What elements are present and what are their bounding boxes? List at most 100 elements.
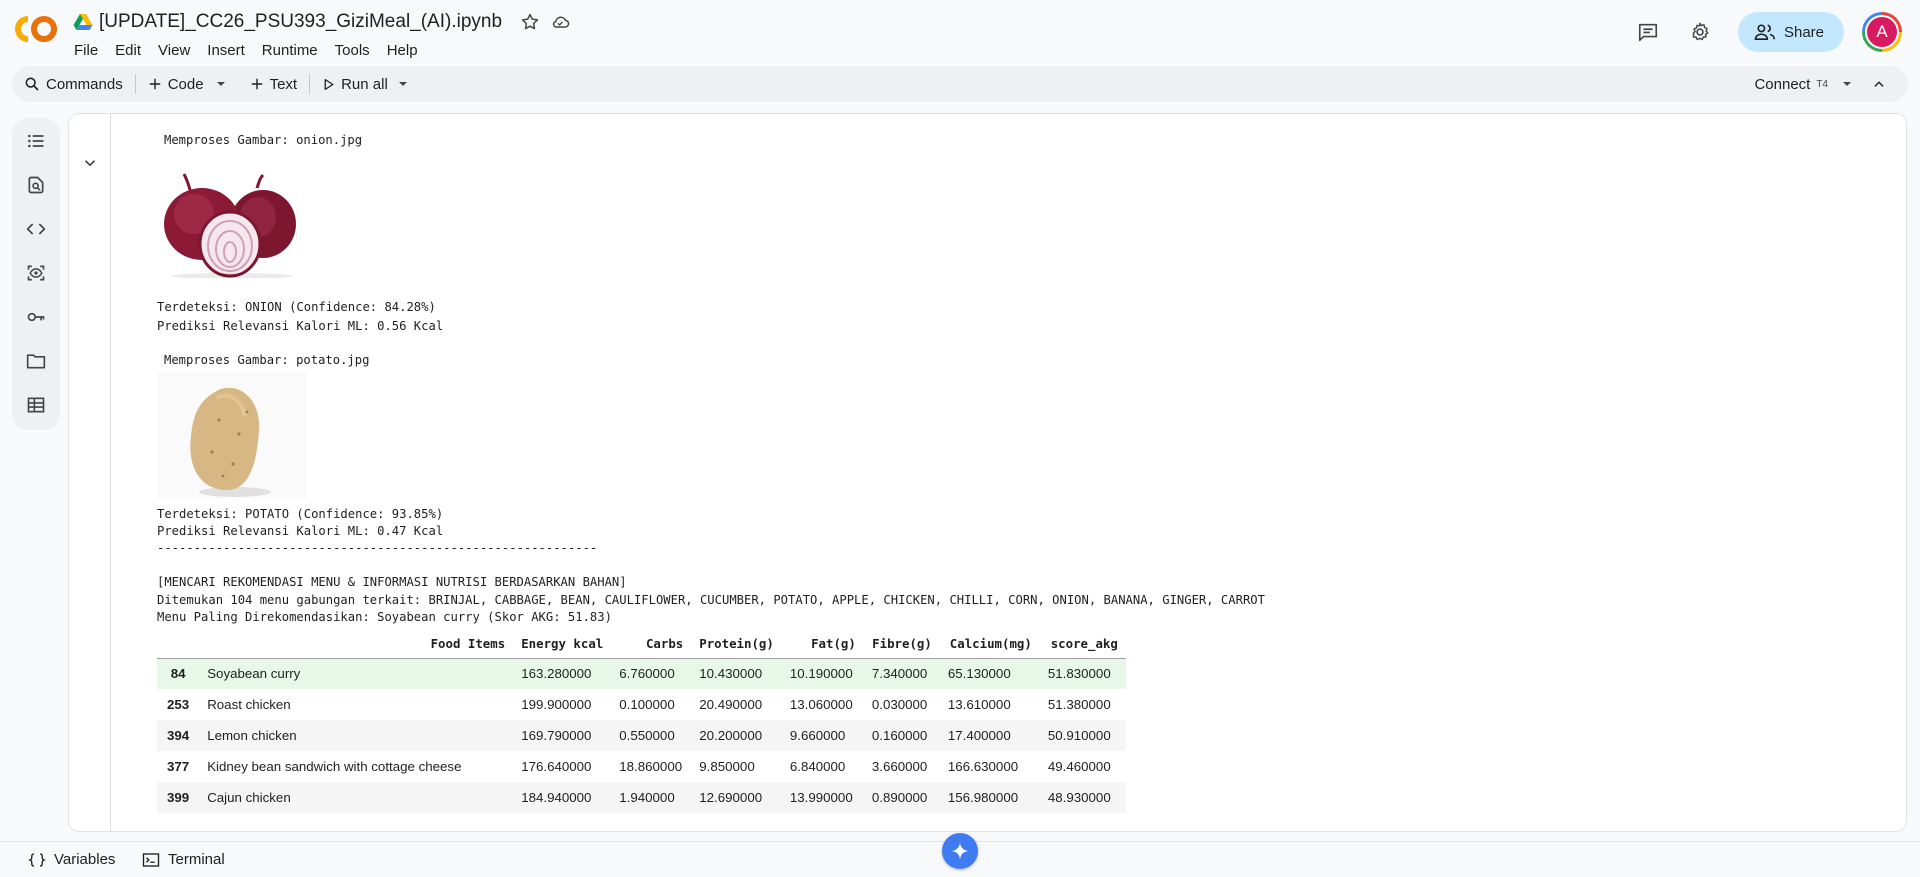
row-index: 253 [167, 697, 190, 712]
column-header: score_akg [1039, 630, 1126, 659]
potato-detection-text: Terdeteksi: POTATO (Confidence: 93.85%) [157, 507, 444, 521]
food-item-cell: Soyabean curry [199, 658, 514, 689]
onion-image [164, 173, 296, 278]
column-header: Carbs [611, 630, 692, 659]
menu-tools[interactable]: Tools [335, 42, 370, 59]
comment-icon [1638, 23, 1658, 42]
add-text-button[interactable]: Text [242, 66, 306, 102]
fibre-cell: 0.030000 [871, 697, 928, 712]
files-folder-icon[interactable] [24, 349, 48, 373]
fat-cell: 13.990000 [781, 782, 864, 813]
share-label: Share [1783, 23, 1824, 41]
table-header-row: Food Items Energy kcal Carbs Protein(g) … [157, 630, 1126, 659]
runtime-dropdown[interactable] [1836, 66, 1868, 102]
star-icon[interactable] [520, 12, 540, 32]
run-all-button[interactable]: Run all [314, 66, 396, 102]
protein-cell: 9.850000 [699, 759, 755, 774]
fibre-cell: 0.890000 [863, 782, 940, 813]
score-cell: 48.930000 [1039, 782, 1126, 813]
runtime-badge: T4 [1816, 78, 1828, 90]
found-menus-text: Ditemukan 104 menu gabungan terkait: BRI… [157, 593, 1265, 607]
carbs-cell: 6.760000 [611, 658, 692, 689]
energy-cell: 169.790000 [513, 720, 612, 751]
app-header: [UPDATE]_CC26_PSU393_GiziMeal_(AI).ipynb… [0, 0, 1920, 64]
table-row[interactable]: 84 Soyabean curry 163.280000 6.760000 10… [157, 658, 1126, 689]
variable-inspector-icon[interactable] [24, 261, 48, 285]
caret-down-icon [1843, 82, 1851, 86]
find-replace-icon[interactable] [24, 173, 48, 197]
score-cell: 51.380000 [1047, 697, 1111, 712]
recommendation-table: Food Items Energy kcal Carbs Protein(g) … [157, 630, 1126, 813]
colab-logo[interactable] [14, 14, 58, 44]
sparkle-icon [951, 842, 969, 860]
column-header: Fat(g) [781, 630, 864, 659]
recommendation-header: [MENCARI REKOMENDASI MENU & INFORMASI NU… [157, 575, 627, 589]
onion-prediction-text: Prediksi Relevansi Kalori ML: 0.56 Kcal [157, 319, 444, 333]
table-row[interactable]: 253 Roast chicken 199.900000 0.100000 20… [157, 689, 1126, 720]
variables-label: Variables [54, 851, 116, 868]
caret-down-icon [398, 82, 407, 86]
terminal-label: Terminal [168, 851, 225, 868]
menu-insert[interactable]: Insert [207, 42, 245, 59]
column-header [157, 630, 200, 659]
calcium-cell: 17.400000 [939, 720, 1040, 751]
column-header: Food Items [199, 630, 514, 659]
play-icon [324, 78, 334, 90]
comments-button[interactable] [1628, 12, 1668, 52]
fibre-cell: 7.340000 [863, 658, 940, 689]
fibre-cell: 0.160000 [863, 720, 940, 751]
carbs-cell: 0.550000 [611, 720, 692, 751]
notebook-title[interactable]: [UPDATE]_CC26_PSU393_GiziMeal_(AI).ipynb [99, 11, 502, 33]
table-row[interactable]: 394 Lemon chicken 169.790000 0.550000 20… [157, 720, 1126, 751]
account-avatar[interactable]: A [1862, 12, 1902, 52]
menu-runtime[interactable]: Runtime [262, 42, 318, 59]
protein-cell: 12.690000 [691, 782, 782, 813]
potato-prediction-text: Prediksi Relevansi Kalori ML: 0.47 Kcal [157, 524, 444, 538]
protein-cell: 10.430000 [691, 658, 782, 689]
menu-file[interactable]: File [74, 42, 98, 59]
connect-label: Connect [1754, 75, 1811, 93]
energy-cell: 184.940000 [513, 782, 612, 813]
secrets-key-icon[interactable] [24, 305, 48, 329]
column-header: Protein(g) [691, 630, 782, 659]
data-table-icon[interactable] [24, 393, 48, 417]
add-code-button[interactable]: Code [140, 66, 212, 102]
share-button[interactable]: Share [1737, 12, 1844, 52]
table-of-contents-icon[interactable] [24, 129, 48, 153]
fibre-cell: 3.660000 [871, 759, 928, 774]
menu-view[interactable]: View [158, 42, 190, 59]
add-code-dropdown[interactable] [212, 66, 242, 102]
onion-header-text: Memproses Gambar: onion.jpg [164, 133, 363, 147]
food-item-cell: Cajun chicken [199, 782, 514, 813]
collapse-header-button[interactable] [1868, 66, 1896, 102]
calcium-cell: 166.630000 [947, 759, 1019, 774]
onion-detection-text: Terdeteksi: ONION (Confidence: 84.28%) [157, 300, 436, 314]
chevron-down-icon[interactable] [81, 154, 99, 172]
terminal-button[interactable]: Terminal [142, 851, 225, 868]
plus-icon [149, 78, 160, 90]
menu-bar: File Edit View Insert Runtime Tools Help [74, 40, 435, 60]
code-snippets-icon[interactable] [24, 217, 48, 241]
protein-cell: 20.490000 [699, 697, 763, 712]
variables-button[interactable]: Variables [28, 851, 115, 868]
commands-button[interactable]: Commands [12, 66, 131, 102]
food-item-cell: Roast chicken [207, 697, 291, 712]
table-row[interactable]: 377 Kidney bean sandwich with cottage ch… [157, 751, 1126, 782]
gemini-button[interactable] [942, 833, 978, 869]
energy-cell: 176.640000 [521, 759, 592, 774]
run-all-label: Run all [341, 75, 388, 93]
toolbar-divider [134, 74, 136, 94]
menu-edit[interactable]: Edit [115, 42, 141, 59]
settings-button[interactable] [1680, 12, 1720, 52]
connect-button[interactable]: Connect T4 [1746, 66, 1836, 102]
row-index: 399 [157, 782, 200, 813]
table-row[interactable]: 399 Cajun chicken 184.940000 1.940000 12… [157, 782, 1126, 813]
column-header: Calcium(mg) [939, 630, 1040, 659]
menu-help[interactable]: Help [387, 42, 418, 59]
gear-icon [1692, 22, 1709, 41]
energy-cell: 163.280000 [513, 658, 612, 689]
run-all-dropdown[interactable] [396, 66, 420, 102]
carbs-cell: 0.100000 [619, 697, 675, 712]
commands-label: Commands [46, 75, 123, 93]
row-index: 377 [167, 759, 190, 774]
